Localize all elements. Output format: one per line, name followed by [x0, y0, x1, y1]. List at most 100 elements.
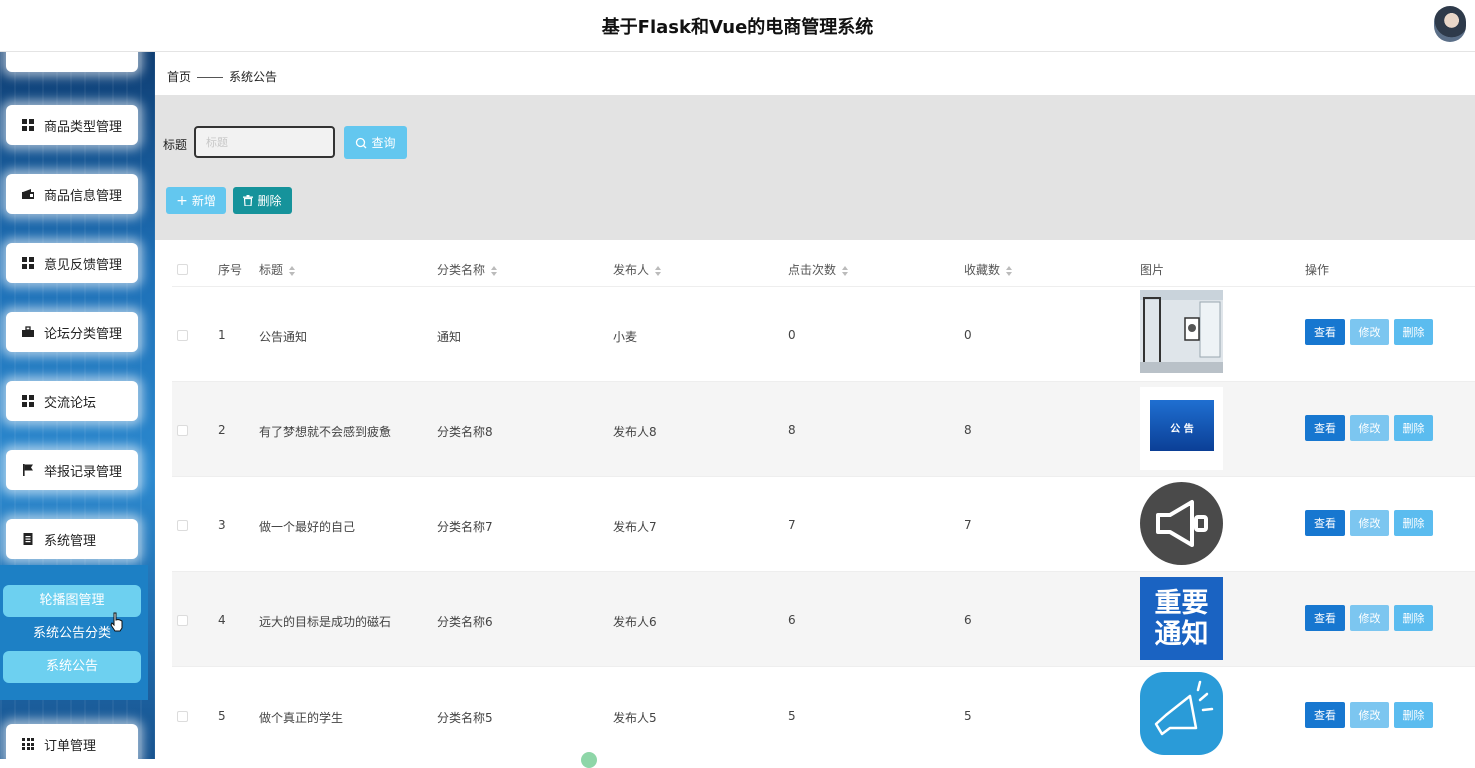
header-category[interactable]: 分类名称: [437, 261, 498, 278]
sort-icon[interactable]: [491, 265, 498, 276]
view-button[interactable]: 查看: [1305, 415, 1345, 441]
sidebar-item-forum[interactable]: 交流论坛: [6, 381, 138, 421]
sidebar-item-report[interactable]: 举报记录管理: [6, 450, 138, 490]
query-button-label: 查询: [371, 136, 396, 150]
sidebar-item-label: 交流论坛: [44, 395, 97, 411]
sidebar-item-system[interactable]: 系统管理: [6, 519, 138, 559]
add-button-label: 新增: [191, 194, 216, 208]
delete-button[interactable]: 删除: [1394, 415, 1433, 441]
sort-icon[interactable]: [289, 265, 296, 276]
edit-button[interactable]: 修改: [1350, 415, 1389, 441]
row-checkbox[interactable]: [177, 711, 188, 722]
search-input[interactable]: [194, 126, 335, 158]
edit-button[interactable]: 修改: [1350, 605, 1389, 631]
sort-icon[interactable]: [1006, 265, 1013, 276]
breadcrumb-home[interactable]: 首页: [167, 70, 191, 84]
megaphone-dark-thumbnail[interactable]: [1140, 482, 1223, 565]
cell-publisher: 小麦: [613, 330, 638, 344]
cell-category: 通知: [437, 330, 462, 344]
view-button[interactable]: 查看: [1305, 605, 1345, 631]
view-button[interactable]: 查看: [1305, 319, 1345, 345]
important-notice-thumbnail[interactable]: 重要 通知: [1140, 577, 1223, 660]
app-title: 基于Flask和Vue的电商管理系统: [601, 17, 874, 38]
add-button[interactable]: + 新增: [166, 187, 226, 214]
important-notice-line2: 通知: [1154, 619, 1209, 650]
delete-button[interactable]: 删除: [1394, 605, 1433, 631]
header-favorites[interactable]: 收藏数: [964, 261, 1013, 278]
cell-index: 5: [218, 709, 226, 723]
announcement-thumbnail[interactable]: 公 告: [1140, 387, 1223, 470]
delete-button[interactable]: 删除: [1394, 319, 1433, 345]
header-actions: 操作: [1305, 263, 1330, 277]
select-all-checkbox[interactable]: [177, 264, 188, 275]
room-photo-thumbnail[interactable]: [1140, 290, 1223, 373]
row-checkbox[interactable]: [177, 520, 188, 531]
submenu-notice[interactable]: 系统公告: [3, 651, 141, 683]
sort-icon[interactable]: [842, 265, 849, 276]
cell-title: 做一个最好的自己: [259, 520, 356, 534]
header-title[interactable]: 标题: [259, 261, 296, 278]
header-index: 序号: [218, 263, 243, 277]
cell-publisher: 发布人7: [613, 520, 657, 534]
wallet-icon: [22, 188, 34, 200]
header-title-label: 标题: [259, 263, 284, 277]
search-label: 标题: [163, 138, 188, 152]
hand-cursor-icon: [110, 612, 123, 632]
row-checkbox[interactable]: [177, 615, 188, 626]
flag-icon: [22, 464, 34, 476]
sidebar-item-label: 意见反馈管理: [44, 257, 123, 273]
sidebar-item-orders[interactable]: 订单管理: [6, 724, 138, 759]
sort-icon[interactable]: [655, 265, 662, 276]
search-icon: [356, 137, 367, 148]
table-row: 1 公告通知 通知 小麦 0 0 查看 修改 删除: [172, 286, 1475, 381]
batch-delete-button[interactable]: 删除: [233, 187, 292, 214]
sidebar-item-label: 商品信息管理: [44, 188, 123, 204]
sidebar-item-feedback[interactable]: 意见反馈管理: [6, 243, 138, 283]
query-button[interactable]: 查询: [344, 126, 407, 159]
cell-category: 分类名称7: [437, 520, 493, 534]
grid-icon: [22, 395, 34, 407]
delete-button-label: 删除: [257, 194, 282, 208]
header-clicks-label: 点击次数: [788, 263, 837, 277]
top-bar: 基于Flask和Vue的电商管理系统: [0, 0, 1475, 52]
grid-icon: [22, 119, 34, 131]
breadcrumb-current: 系统公告: [229, 70, 278, 84]
grid9-icon: [22, 738, 34, 750]
cell-clicks: 7: [788, 518, 796, 532]
system-submenu: 轮播图管理 系统公告分类 系统公告: [0, 565, 148, 700]
view-button[interactable]: 查看: [1305, 510, 1345, 536]
row-checkbox[interactable]: [177, 425, 188, 436]
edit-button[interactable]: 修改: [1350, 702, 1389, 728]
cell-publisher: 发布人5: [613, 711, 657, 725]
header-publisher[interactable]: 发布人: [613, 261, 662, 278]
sidebar-item-goods-type[interactable]: 商品类型管理: [6, 105, 138, 145]
header-image: 图片: [1140, 263, 1165, 277]
edit-button[interactable]: 修改: [1350, 510, 1389, 536]
cell-index: 1: [218, 328, 226, 342]
header-clicks[interactable]: 点击次数: [788, 261, 849, 278]
grid-icon: [22, 257, 34, 269]
sidebar-item-label: 订单管理: [44, 738, 97, 754]
delete-button[interactable]: 删除: [1394, 702, 1433, 728]
plus-icon: +: [176, 192, 188, 209]
megaphone-blue-thumbnail[interactable]: [1140, 672, 1223, 755]
table-row: 4 远大的目标是成功的磁石 分类名称6 发布人6 6 6 重要 通知 查看 修改…: [172, 571, 1475, 666]
cell-title: 远大的目标是成功的磁石: [259, 615, 392, 629]
sidebar-item-goods-info[interactable]: 商品信息管理: [6, 174, 138, 214]
cell-clicks: 6: [788, 613, 796, 627]
important-notice-line1: 重要: [1154, 588, 1209, 619]
cell-category: 分类名称6: [437, 615, 493, 629]
row-checkbox[interactable]: [177, 330, 188, 341]
view-button[interactable]: 查看: [1305, 702, 1345, 728]
announcement-image-text: 公 告: [1170, 424, 1194, 435]
cell-index: 2: [218, 423, 226, 437]
back-to-top-icon[interactable]: [581, 752, 597, 768]
header-publisher-label: 发布人: [613, 263, 650, 277]
sidebar-item-forum-category[interactable]: 论坛分类管理: [6, 312, 138, 352]
sidebar-item-top-partial[interactable]: [6, 52, 138, 72]
edit-button[interactable]: 修改: [1350, 319, 1389, 345]
user-avatar[interactable]: [1434, 6, 1466, 42]
delete-button[interactable]: 删除: [1394, 510, 1433, 536]
cell-index: 3: [218, 518, 226, 532]
notice-table: 序号 标题 分类名称 发布人 点击次数 收藏数 图片 操作 1 公告通知 通知 …: [172, 242, 1475, 759]
